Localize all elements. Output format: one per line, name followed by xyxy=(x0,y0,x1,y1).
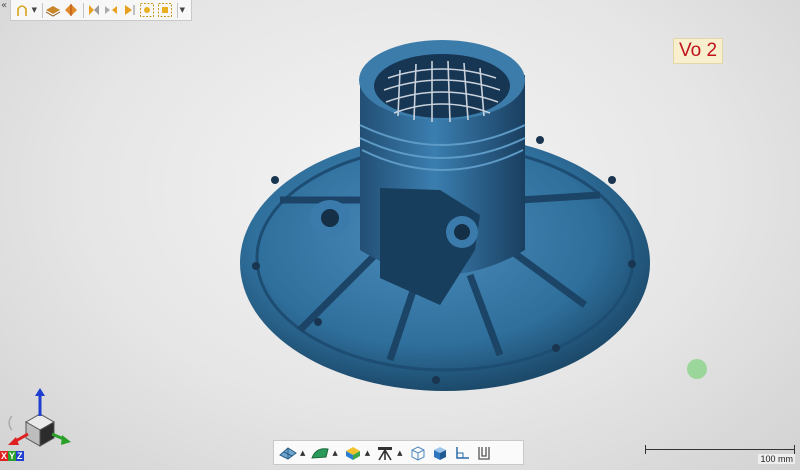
bottom-toolbar: ▲ ▲ ▲ ▲ xyxy=(273,440,524,465)
dashed-select-icon[interactable] xyxy=(139,2,155,18)
mirror-view-icon[interactable] xyxy=(103,2,119,18)
play-marker-icon[interactable] xyxy=(121,2,137,18)
split-view-icon[interactable] xyxy=(86,2,102,18)
axis-letter-y[interactable]: Y xyxy=(8,451,17,461)
wireframe-cube-icon[interactable] xyxy=(408,444,428,462)
top-toolbar: ▼ ▼ xyxy=(10,0,192,21)
dashed-select-alt-icon[interactable] xyxy=(157,2,173,18)
chevron-down-icon[interactable]: ▼ xyxy=(180,6,185,14)
chevron-down-icon[interactable]: ▲ xyxy=(300,449,305,457)
chevron-down-icon[interactable]: ▲ xyxy=(365,449,370,457)
layers-icon[interactable] xyxy=(45,2,61,18)
solid-cube-icon[interactable] xyxy=(430,444,450,462)
rotate-arc-icon xyxy=(8,415,13,431)
chevron-down-icon[interactable]: ▲ xyxy=(332,449,337,457)
color-cube-icon[interactable] xyxy=(343,444,363,462)
scale-bar: 100 mm xyxy=(645,444,795,466)
color-diamond-icon[interactable] xyxy=(63,2,79,18)
chevron-down-icon[interactable]: ▲ xyxy=(397,449,402,457)
tripod-icon[interactable] xyxy=(375,444,395,462)
scanned-housing-model[interactable] xyxy=(0,0,800,470)
axis-align-icon[interactable] xyxy=(452,444,472,462)
xyz-label[interactable]: X Y Z xyxy=(0,451,24,461)
collapse-arrow-icon[interactable]: « xyxy=(1,0,7,11)
outline-shape-icon[interactable] xyxy=(14,2,30,18)
3d-viewport[interactable]: « ▼ ▼ Vo 2 X Y Z ▲ ▲ ▲ ▲ 100 mm xyxy=(0,0,800,470)
toolbar-divider xyxy=(176,2,178,18)
mode-label: Vo 2 xyxy=(673,38,724,64)
axis-letter-z[interactable]: Z xyxy=(16,451,24,461)
scale-label: 100 mm xyxy=(758,454,795,464)
status-dot xyxy=(687,359,707,379)
cup-outline-icon[interactable] xyxy=(474,444,494,462)
surface-view-icon[interactable] xyxy=(310,444,330,462)
chevron-down-icon[interactable]: ▼ xyxy=(32,6,37,14)
mesh-view-icon[interactable] xyxy=(278,444,298,462)
toolbar-divider xyxy=(42,2,44,18)
toolbar-divider xyxy=(82,2,84,18)
axis-letter-x[interactable]: X xyxy=(0,451,9,461)
